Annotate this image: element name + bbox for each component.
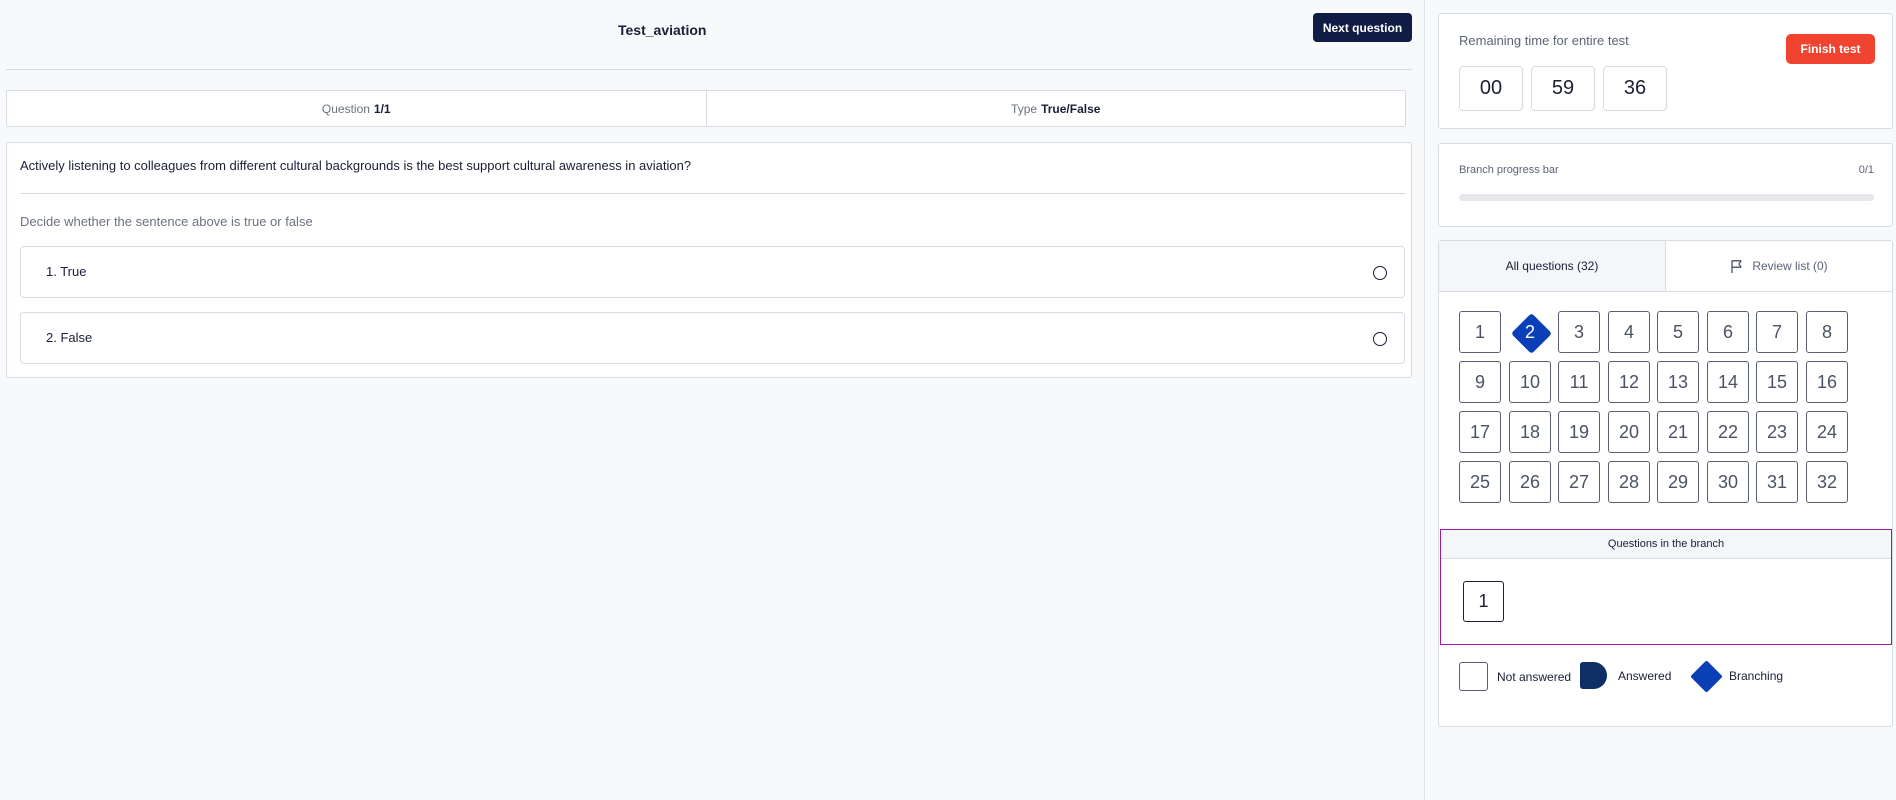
test-title: Test_aviation — [618, 22, 707, 38]
not-answered-swatch — [1459, 662, 1488, 691]
question-hint: Decide whether the sentence above is tru… — [20, 214, 313, 229]
question-number-button[interactable]: 13 — [1657, 361, 1699, 403]
legend-not-answered-label: Not answered — [1497, 669, 1572, 684]
question-number-button[interactable]: 10 — [1509, 361, 1551, 403]
question-type-label: Type — [1011, 101, 1038, 116]
question-number-button[interactable]: 9 — [1459, 361, 1501, 403]
header-divider — [6, 69, 1412, 70]
branch-questions-title: Questions in the branch — [1441, 530, 1891, 559]
timer-minutes: 59 — [1531, 66, 1595, 111]
answer-option-false[interactable]: 2. False — [20, 312, 1405, 364]
answer-option-label: 1. True — [46, 264, 87, 279]
question-number-button[interactable]: 19 — [1558, 411, 1600, 453]
question-number-button[interactable]: 29 — [1657, 461, 1699, 503]
question-number-button[interactable]: 14 — [1707, 361, 1749, 403]
branch-progress-track — [1459, 194, 1874, 201]
question-number-label: 2 — [1524, 321, 1535, 342]
tab-all-questions[interactable]: All questions (32) — [1439, 241, 1665, 291]
question-number-button[interactable]: 5 — [1657, 311, 1699, 353]
question-divider — [20, 193, 1405, 194]
branching-diamond-icon — [1689, 659, 1723, 693]
question-number-button[interactable]: 20 — [1608, 411, 1650, 453]
question-number-button[interactable]: 22 — [1707, 411, 1749, 453]
question-number-button[interactable]: 16 — [1806, 361, 1848, 403]
question-number-button[interactable]: 25 — [1459, 461, 1501, 503]
branch-progress-panel: Branch progress bar 0/1 — [1438, 143, 1893, 227]
question-number-button[interactable]: 1 — [1459, 311, 1501, 353]
flag-icon — [1730, 259, 1744, 274]
finish-test-button[interactable]: Finish test — [1786, 34, 1875, 64]
main-area: Test_aviation Next question Question 1/1… — [0, 0, 1424, 800]
legend-branching-label: Branching — [1729, 669, 1784, 683]
timer-panel: Remaining time for entire test Finish te… — [1438, 13, 1893, 129]
branch-progress-label: Branch progress bar — [1459, 164, 1559, 176]
question-number-button[interactable]: 8 — [1806, 311, 1848, 353]
next-question-button[interactable]: Next question — [1313, 13, 1412, 42]
legend-not-answered: Not answered — [1459, 662, 1571, 691]
question-number-button[interactable]: 32 — [1806, 461, 1848, 503]
question-counter-label: Question — [321, 101, 370, 116]
branch-progress-count: 0/1 — [1858, 164, 1874, 176]
tab-review-list-label: Review list (0) — [1752, 259, 1828, 273]
question-number-button[interactable]: 11 — [1558, 361, 1600, 403]
navigator-tabs: All questions (32) Review list (0) — [1439, 241, 1892, 292]
question-number-button[interactable]: 17 — [1459, 411, 1501, 453]
question-number-button[interactable]: 28 — [1608, 461, 1650, 503]
branch-questions-panel: Questions in the branch 1 — [1440, 529, 1892, 645]
question-number-button[interactable]: 3 — [1558, 311, 1600, 353]
question-number-button[interactable]: 4 — [1608, 311, 1650, 353]
question-counter: Question 1/1 — [7, 91, 706, 126]
question-navigator-panel: All questions (32) Review list (0) 12345… — [1438, 240, 1893, 727]
timer-label: Remaining time for entire test — [1459, 33, 1629, 48]
answer-option-label: 2. False — [46, 330, 93, 345]
tab-review-list[interactable]: Review list (0) — [1665, 241, 1892, 291]
question-type-value: True/False — [1041, 101, 1101, 116]
question-number-button[interactable]: 21 — [1657, 411, 1699, 453]
question-number-button[interactable]: 23 — [1756, 411, 1798, 453]
question-card: Actively listening to colleagues from di… — [6, 142, 1412, 378]
question-number-button[interactable]: 26 — [1509, 461, 1551, 503]
legend-branching: Branching — [1689, 659, 1783, 693]
radio-button[interactable] — [1373, 266, 1387, 280]
timer-hours: 00 — [1459, 66, 1523, 111]
question-number-button[interactable]: 31 — [1756, 461, 1798, 503]
question-number-button[interactable]: 12 — [1608, 361, 1650, 403]
branch-question-button[interactable]: 1 — [1463, 581, 1504, 622]
answered-swatch — [1580, 662, 1607, 689]
question-type: Type True/False — [705, 91, 1406, 126]
question-number-button[interactable]: 27 — [1558, 461, 1600, 503]
timer-seconds: 36 — [1603, 66, 1667, 111]
question-number-button[interactable]: 18 — [1509, 411, 1551, 453]
question-number-button[interactable]: 7 — [1756, 311, 1798, 353]
legend-answered: Answered — [1580, 662, 1671, 689]
radio-button[interactable] — [1373, 332, 1387, 346]
question-number-button[interactable]: 24 — [1806, 411, 1848, 453]
question-number-button[interactable]: 6 — [1707, 311, 1749, 353]
question-counter-value: 1/1 — [373, 101, 391, 116]
question-info-bar: Question 1/1 Type True/False — [6, 90, 1406, 127]
tab-all-questions-label: All questions (32) — [1505, 259, 1599, 273]
sidebar: Remaining time for entire test Finish te… — [1425, 0, 1896, 800]
answer-option-true[interactable]: 1. True — [20, 246, 1405, 298]
question-text: Actively listening to colleagues from di… — [20, 158, 692, 173]
legend-answered-label: Answered — [1618, 668, 1672, 683]
question-number-button[interactable]: 15 — [1756, 361, 1798, 403]
question-number-button[interactable]: 30 — [1707, 461, 1749, 503]
question-number-button[interactable]: 2 — [1509, 311, 1553, 355]
